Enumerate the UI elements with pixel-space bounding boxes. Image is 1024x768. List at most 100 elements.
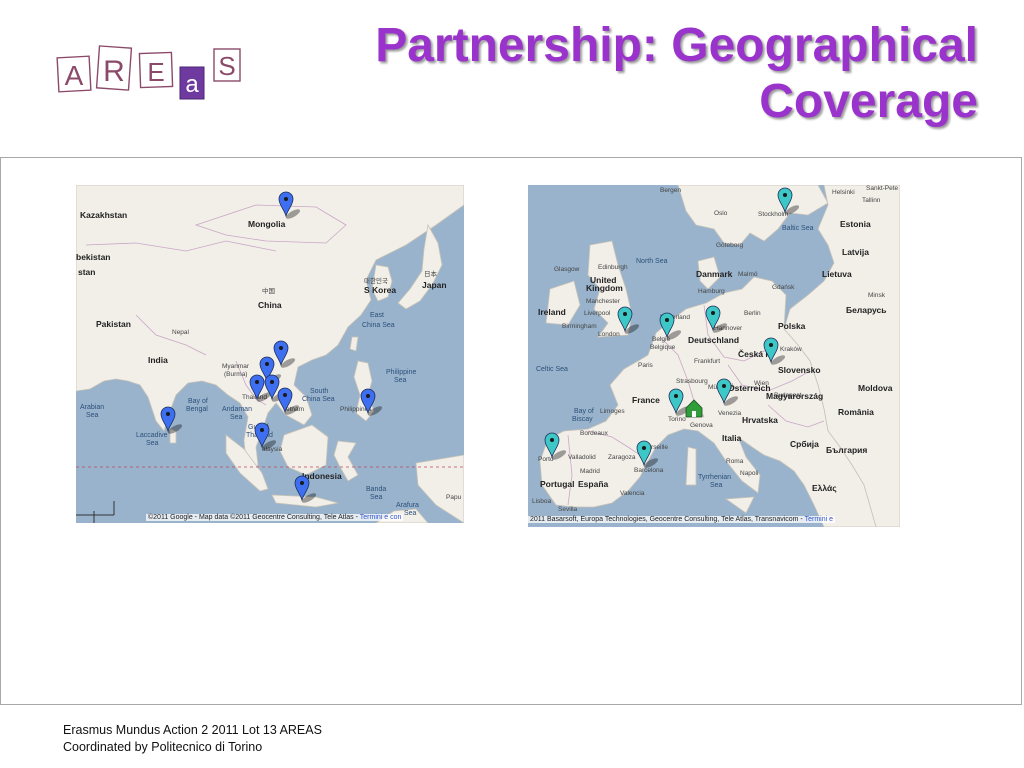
label-celtic-sea: Celtic Sea: [536, 366, 568, 373]
footer-line1: Erasmus Mundus Action 2 2011 Lot 13 AREA…: [63, 723, 322, 737]
label-moldova: Moldova: [858, 383, 893, 393]
label-mongolia: Mongolia: [248, 219, 286, 229]
label-laccadive-2: Sea: [146, 440, 159, 447]
label-laccadive-1: Laccadive: [136, 432, 168, 439]
label-andaman-sea-1: Andaman: [222, 406, 252, 413]
label-papua: Papu: [446, 494, 462, 501]
label-kazakhstan: Kazakhstan: [80, 210, 127, 220]
label-romania: România: [838, 407, 874, 417]
europe-map-copyright: 2011 Basarsoft, Europa Technologies, Geo…: [528, 516, 835, 523]
europe-map[interactable]: Bergen Helsinki Sankt-Pete Oslo Stockhol…: [528, 185, 900, 527]
label-arafura-sea-1: Arafura: [396, 502, 419, 509]
label-london: London: [598, 331, 620, 338]
label-lisboa: Lisboa: [532, 498, 552, 505]
label-magyarorszag: Magyarország: [766, 391, 823, 401]
label-hrvatska: Hrvatska: [742, 415, 778, 425]
label-ellas: Ελλάς: [812, 483, 837, 493]
label-baltic-sea: Baltic Sea: [782, 225, 814, 232]
slide-title: Partnership: Geographical Coverage: [375, 18, 978, 130]
label-paris: Paris: [638, 362, 654, 369]
label-north-sea: North Sea: [636, 258, 668, 265]
label-bordeaux: Bordeaux: [580, 430, 609, 437]
label-strasbourg: Strasbourg: [676, 378, 708, 385]
label-stan: stan: [78, 267, 95, 277]
logo-letter-e: E: [147, 57, 164, 87]
label-south-china-sea-1: South: [310, 388, 328, 395]
label-ireland: Ireland: [538, 307, 566, 317]
label-denmark: Danmark: [696, 269, 733, 279]
label-frankfurt: Frankfurt: [694, 358, 720, 365]
footer-line2: Coordinated by Politecnico di Torino: [63, 740, 263, 754]
label-portugal: Portugal: [540, 479, 574, 489]
label-pakistan: Pakistan: [96, 319, 131, 329]
label-korea-local: 대한민국: [364, 276, 388, 285]
label-zaragoza: Zaragoza: [608, 454, 636, 461]
label-manchester: Manchester: [586, 298, 621, 305]
label-andaman-sea-2: Sea: [230, 414, 243, 421]
label-nepal: Nepal: [172, 329, 190, 336]
label-roma: Roma: [726, 458, 744, 465]
asia-terms-link[interactable]: Termini e con: [360, 514, 402, 521]
asia-map[interactable]: Kazakhstan Mongolia bekistan stan 中国 Chi…: [76, 185, 464, 523]
logo-letter-s: S: [218, 51, 235, 81]
label-estonia: Estonia: [840, 219, 871, 229]
label-france: France: [632, 395, 660, 405]
label-china-local: 中国: [262, 286, 275, 295]
europe-terms-link[interactable]: Termini e: [805, 516, 833, 523]
label-madrid: Madrid: [580, 468, 600, 475]
label-korea: S Korea: [364, 285, 396, 295]
label-barcelona: Barcelona: [634, 467, 664, 474]
slide-footer: Erasmus Mundus Action 2 2011 Lot 13 AREA…: [63, 722, 322, 756]
label-osterreich: Österreich: [728, 383, 771, 393]
label-bay-of-biscay-2: Biscay: [572, 416, 593, 423]
label-arafura-sea-2: Sea: [404, 510, 417, 517]
label-polska: Polska: [778, 321, 806, 331]
slide-title-line2: Coverage: [759, 75, 978, 128]
label-deutschland: Deutschland: [688, 335, 739, 345]
label-porto: Porto: [538, 456, 554, 463]
logo-letter-r: R: [103, 55, 125, 88]
label-myanmar-1: Myanmar: [222, 363, 250, 370]
label-genova: Genova: [690, 422, 713, 429]
label-east-china-sea-1: East: [370, 312, 384, 319]
europe-copyright-text: 2011 Basarsoft, Europa Technologies, Geo…: [530, 516, 805, 523]
label-italia: Italia: [722, 433, 742, 443]
label-valencia: Valencia: [620, 490, 645, 497]
label-china: China: [258, 300, 282, 310]
label-south-china-sea-2: China Sea: [302, 396, 335, 403]
label-india: India: [148, 355, 168, 365]
label-bay-of-bengal-1: Bay of: [188, 398, 208, 405]
asia-copyright-text: ©2011 Google - Map data ©2011 Geocentre …: [148, 514, 360, 521]
label-liverpool: Liverpool: [584, 310, 611, 317]
label-srbija: Србија: [790, 439, 819, 449]
label-uzbekistan: bekistan: [76, 252, 111, 262]
label-tyrrhenian-2: Sea: [710, 482, 723, 489]
label-philippine-sea-2: Sea: [394, 377, 407, 384]
label-goteborg: Göteborg: [716, 242, 743, 249]
label-napoli: Napoli: [740, 470, 758, 477]
label-japan-local: 日本: [424, 269, 438, 278]
label-arabian-sea-2: Sea: [86, 412, 99, 419]
label-espana: España: [578, 479, 609, 489]
label-gdansk: Gdańsk: [772, 284, 795, 291]
label-arabian-sea-1: Arabian: [80, 404, 104, 411]
label-krakow: Kraków: [780, 346, 802, 353]
label-myanmar-2: (Burma): [224, 371, 247, 378]
label-bay-of-biscay-1: Bay of: [574, 408, 594, 415]
asia-map-copyright: ©2011 Google - Map data ©2011 Geocentre …: [146, 514, 404, 521]
label-torino: Torino: [668, 416, 686, 423]
label-hamburg: Hamburg: [698, 288, 725, 295]
label-berlin: Berlin: [744, 310, 761, 317]
label-edinburgh: Edinburgh: [598, 264, 628, 271]
label-tallinn: Tallinn: [862, 197, 881, 204]
label-limoges: Limoges: [600, 408, 625, 415]
corsica-sardinia-islands: [685, 446, 697, 486]
label-valladolid: Valladolid: [568, 454, 596, 461]
label-malmo: Malmö: [738, 271, 758, 278]
label-banda-sea-2: Sea: [370, 494, 383, 501]
areas-logo: A R E a S: [56, 45, 241, 100]
label-philippine-sea-1: Philippine: [386, 369, 416, 376]
label-kingdom: Kingdom: [586, 283, 623, 293]
label-banda-sea-1: Banda: [366, 486, 386, 493]
label-bergen: Bergen: [660, 187, 681, 194]
